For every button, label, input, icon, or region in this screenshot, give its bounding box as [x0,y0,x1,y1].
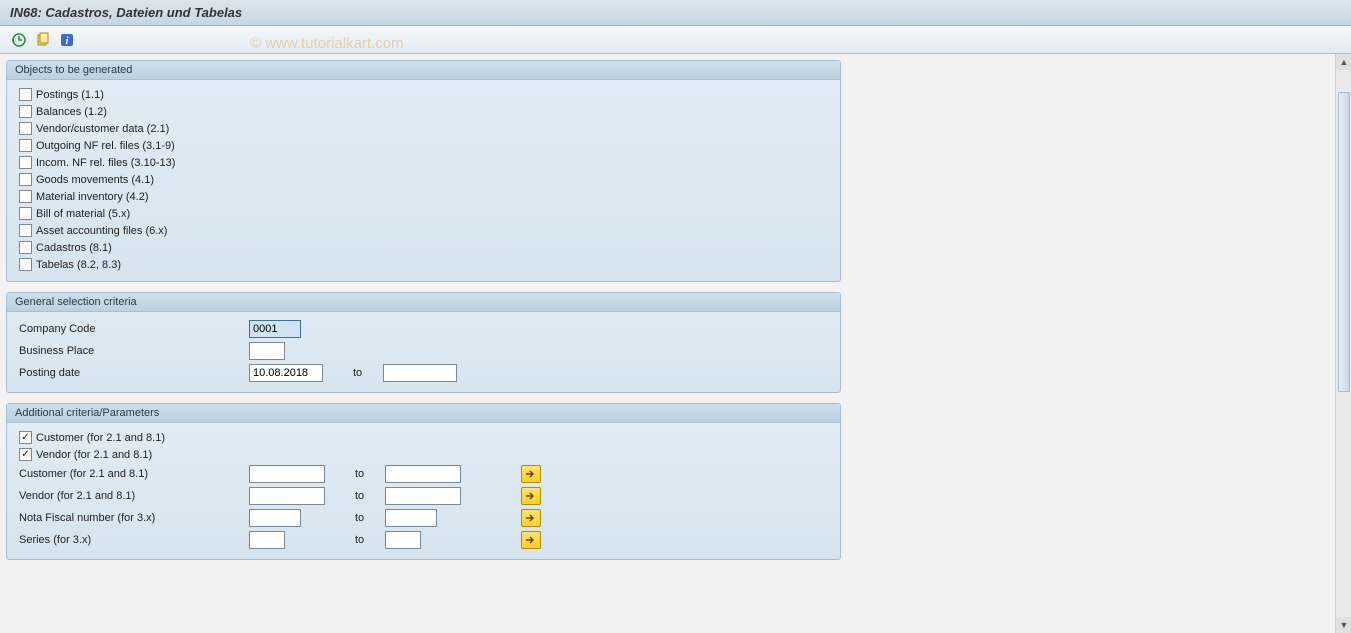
toolbar: i [0,26,1351,54]
checkbox-material-inventory[interactable] [19,190,32,203]
vertical-scrollbar[interactable]: ▲ ▼ [1335,54,1351,633]
label-outgoing-nf: Outgoing NF rel. files (3.1-9) [36,140,175,152]
checkbox-vendor-customer[interactable] [19,122,32,135]
checkbox-customer-incl[interactable] [19,431,32,444]
checkbox-asset-accounting[interactable] [19,224,32,237]
checkbox-balances[interactable] [19,105,32,118]
customer-multi-select-button[interactable] [521,465,541,483]
group-objects-title: Objects to be generated [7,61,840,80]
checkbox-tabelas[interactable] [19,258,32,271]
vendor-to-input[interactable] [385,487,461,505]
checkbox-vendor-incl[interactable] [19,448,32,461]
scroll-up-arrow-icon[interactable]: ▲ [1336,54,1351,70]
group-additional: Additional criteria/Parameters Customer … [6,403,841,560]
posting-date-from-input[interactable] [249,364,323,382]
series-label: Series (for 3.x) [19,534,249,546]
label-balances: Balances (1.2) [36,106,107,118]
posting-date-label: Posting date [19,367,249,379]
label-vendor-incl: Vendor (for 2.1 and 8.1) [36,449,152,461]
info-icon[interactable]: i [58,31,76,49]
group-general-title: General selection criteria [7,293,840,312]
nf-number-from-input[interactable] [249,509,301,527]
group-additional-title: Additional criteria/Parameters [7,404,840,423]
title-bar: IN68: Cadastros, Dateien und Tabelas [0,0,1351,26]
page-title: IN68: Cadastros, Dateien und Tabelas [10,5,242,20]
checkbox-outgoing-nf[interactable] [19,139,32,152]
checkbox-goods-movements[interactable] [19,173,32,186]
execute-icon[interactable] [10,31,28,49]
customer-from-input[interactable] [249,465,325,483]
content-area: Objects to be generated Postings (1.1) B… [0,54,1351,633]
label-cadastros: Cadastros (8.1) [36,242,112,254]
series-to-label: to [325,534,385,546]
posting-date-to-input[interactable] [383,364,457,382]
label-goods-movements: Goods movements (4.1) [36,174,154,186]
scroll-thumb[interactable] [1338,92,1350,392]
scroll-down-arrow-icon[interactable]: ▼ [1336,617,1351,633]
company-code-input[interactable] [249,320,301,338]
posting-date-to-label: to [323,367,383,379]
nf-number-to-input[interactable] [385,509,437,527]
series-from-input[interactable] [249,531,285,549]
main-panel: Objects to be generated Postings (1.1) B… [0,54,847,633]
label-asset-accounting: Asset accounting files (6.x) [36,225,167,237]
label-incoming-nf: Incom. NF rel. files (3.10-13) [36,157,175,169]
business-place-input[interactable] [249,342,285,360]
customer-to-input[interactable] [385,465,461,483]
group-general: General selection criteria Company Code … [6,292,841,393]
vendor-multi-select-button[interactable] [521,487,541,505]
series-multi-select-button[interactable] [521,531,541,549]
right-empty-area: ▲ ▼ [847,54,1351,633]
customer-to-label: to [325,468,385,480]
label-tabelas: Tabelas (8.2, 8.3) [36,259,121,271]
business-place-label: Business Place [19,345,249,357]
vendor-to-label: to [325,490,385,502]
group-objects-body: Postings (1.1) Balances (1.2) Vendor/cus… [7,80,840,281]
group-general-body: Company Code Business Place Posting date… [7,312,840,392]
checkbox-cadastros[interactable] [19,241,32,254]
label-vendor-customer: Vendor/customer data (2.1) [36,123,169,135]
nf-number-multi-select-button[interactable] [521,509,541,527]
label-bom: Bill of material (5.x) [36,208,130,220]
label-customer-incl: Customer (for 2.1 and 8.1) [36,432,165,444]
group-additional-body: Customer (for 2.1 and 8.1) Vendor (for 2… [7,423,840,559]
group-objects: Objects to be generated Postings (1.1) B… [6,60,841,282]
variant-icon[interactable] [34,31,52,49]
customer-range-label: Customer (for 2.1 and 8.1) [19,468,249,480]
vendor-range-label: Vendor (for 2.1 and 8.1) [19,490,249,502]
label-material-inventory: Material inventory (4.2) [36,191,149,203]
series-to-input[interactable] [385,531,421,549]
vendor-from-input[interactable] [249,487,325,505]
checkbox-bom[interactable] [19,207,32,220]
label-postings: Postings (1.1) [36,89,104,101]
checkbox-postings[interactable] [19,88,32,101]
company-code-label: Company Code [19,323,249,335]
checkbox-incoming-nf[interactable] [19,156,32,169]
nf-number-label: Nota Fiscal number (for 3.x) [19,512,249,524]
nf-number-to-label: to [325,512,385,524]
